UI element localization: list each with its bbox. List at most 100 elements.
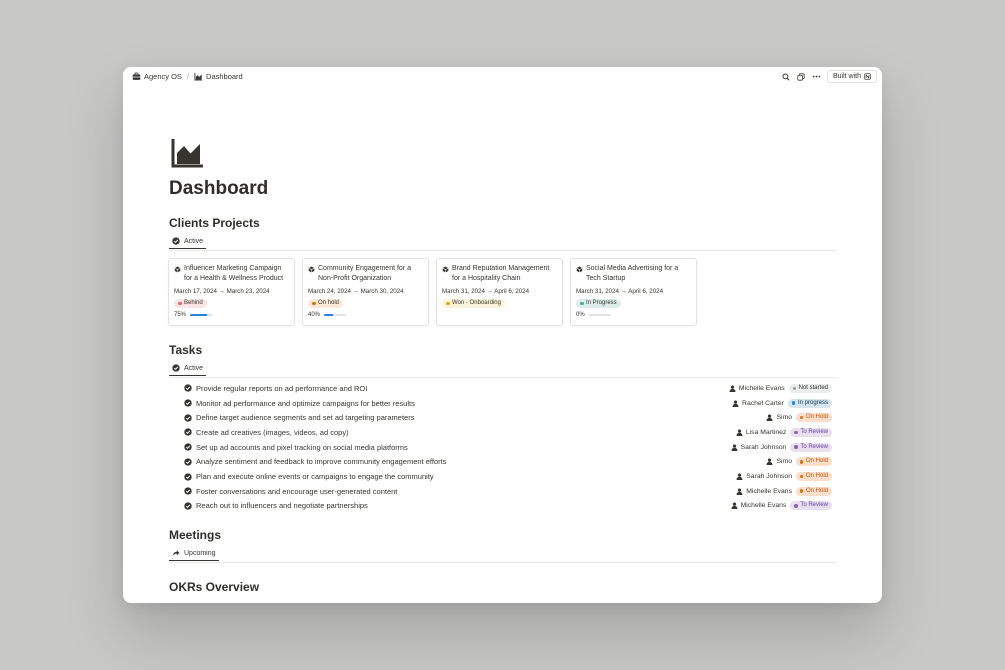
built-with-label: Built with: [832, 73, 861, 80]
assignee: Michelle Evans: [731, 502, 786, 510]
tab-meetings-upcoming[interactable]: Upcoming: [169, 549, 219, 561]
task-row[interactable]: Define target audience segments and set …: [184, 410, 832, 425]
project-card[interactable]: Brand Reputation Management for a Hospit…: [436, 258, 563, 326]
status-label: On Hold: [805, 487, 828, 494]
person-icon: [767, 414, 773, 422]
breadcrumb-separator: /: [186, 72, 190, 81]
meetings-heading: Meetings: [169, 528, 222, 542]
assignee: Michelle Evans: [729, 385, 785, 392]
task-name: Provide regular reports on ad performanc…: [196, 383, 368, 393]
app-window: Agency OS / Dashboard Built with Dashboa…: [123, 67, 882, 603]
status-label: In progress: [797, 399, 828, 406]
status-label: On Hold: [805, 473, 828, 480]
progress-fill: [324, 314, 333, 316]
status-label: In Progress: [586, 300, 617, 306]
task-row[interactable]: Foster conversations and encourage user-…: [184, 484, 832, 499]
more-icon[interactable]: [812, 72, 821, 81]
status-badge: In progress: [787, 398, 832, 408]
search-icon[interactable]: [782, 72, 791, 81]
task-row[interactable]: Create ad creatives (images, videos, ad …: [184, 425, 832, 440]
card-title: Community Engagement for a Non-Profit Or…: [318, 265, 411, 282]
tab-tasks-active[interactable]: Active: [169, 364, 207, 376]
status-label: On hold: [318, 300, 340, 306]
client-project-cards: Influencer Marketing Campaign for a Heal…: [168, 258, 697, 326]
project-card[interactable]: Social Media Advertising for a Tech Star…: [570, 258, 697, 326]
tab-underline: [169, 247, 207, 249]
notion-logo-icon: [864, 73, 871, 80]
check-circle-icon[interactable]: [184, 443, 192, 451]
person-icon: [729, 385, 736, 392]
assignee: Sarah Johnson: [731, 444, 786, 451]
progress: 0%: [576, 312, 611, 318]
person-icon: [732, 400, 739, 407]
assignee-name: Sarah Johnson: [746, 473, 792, 481]
check-circle-icon[interactable]: [184, 399, 192, 407]
toolbar: Built with: [782, 70, 877, 83]
assignee: Lisa Martinez: [736, 429, 786, 436]
forward-arrow-icon: [172, 550, 180, 556]
task-row[interactable]: Monitor ad performance and optimize camp…: [184, 396, 832, 411]
clients-projects-heading: Clients Projects: [169, 216, 260, 230]
task-name: Foster conversations and encourage user-…: [196, 486, 398, 496]
task-name: Analyze sentiment and feedback to improv…: [196, 457, 447, 467]
check-circle-icon[interactable]: [184, 458, 192, 466]
cube-icon: [174, 266, 181, 272]
tab-underline: [169, 559, 219, 561]
chart-icon: [194, 72, 203, 81]
tab-clients-active[interactable]: Active: [169, 237, 207, 249]
task-name: Reach out to influencers and negotiate p…: [196, 501, 368, 511]
tab-label: Active: [184, 364, 204, 372]
check-circle-icon[interactable]: [184, 472, 192, 481]
check-circle-icon[interactable]: [184, 487, 192, 495]
task-name: Set up ad accounts and pixel tracking on…: [196, 442, 408, 452]
project-card[interactable]: Community Engagement for a Non-Profit Or…: [302, 258, 429, 326]
check-circle-icon[interactable]: [184, 502, 192, 510]
task-row[interactable]: Plan and execute online events or campai…: [184, 469, 832, 484]
assignee: Michelle Evans: [736, 488, 792, 495]
person-icon: [731, 502, 738, 510]
cube-icon: [576, 266, 583, 272]
check-circle-icon[interactable]: [184, 384, 192, 393]
person-icon: [767, 458, 773, 466]
status-dot: [178, 301, 182, 306]
status-badge: On Hold: [795, 486, 832, 496]
progress-bar: [588, 314, 611, 316]
assignee: Rachel Carter: [732, 400, 784, 407]
check-circle-icon[interactable]: [184, 428, 192, 437]
status-badge: On hold: [308, 299, 344, 308]
task-row[interactable]: Set up ad accounts and pixel tracking on…: [184, 440, 832, 455]
task-name: Create ad creatives (images, videos, ad …: [196, 427, 349, 437]
status-badge: To Review: [790, 442, 832, 452]
card-title-row: Social Media Advertising for a Tech Star…: [576, 264, 691, 284]
briefcase-icon: [132, 72, 141, 80]
check-circle-icon[interactable]: [184, 414, 192, 422]
check-circle-icon: [172, 364, 180, 372]
breadcrumb-workspace[interactable]: Agency OS: [144, 72, 182, 81]
status-dot: [580, 301, 584, 306]
divider: [169, 250, 837, 251]
project-card[interactable]: Influencer Marketing Campaign for a Heal…: [168, 258, 295, 326]
progress-label: 40%: [308, 312, 321, 318]
task-row[interactable]: Provide regular reports on ad performanc…: [184, 381, 832, 396]
task-name: Monitor ad performance and optimize camp…: [196, 398, 415, 408]
status-dot: [312, 301, 316, 306]
duplicate-icon[interactable]: [797, 72, 806, 81]
page-chart-icon: [171, 139, 203, 168]
status-dot: [791, 401, 796, 405]
card-title: Social Media Advertising for a Tech Star…: [586, 265, 679, 282]
assignee-name: Lisa Martinez: [745, 428, 787, 436]
breadcrumb-page[interactable]: Dashboard: [206, 72, 243, 81]
tab-label: Active: [184, 237, 204, 245]
status-dot: [792, 386, 797, 391]
task-row[interactable]: Analyze sentiment and feedback to improv…: [184, 455, 832, 470]
card-title: Influencer Marketing Campaign for a Heal…: [184, 265, 284, 282]
check-circle-icon: [172, 237, 180, 245]
status-dot: [446, 301, 450, 306]
status-badge: On Hold: [795, 457, 832, 467]
assignee-name: Simo: [776, 414, 792, 422]
cube-icon: [308, 266, 315, 272]
status-badge: To Review: [790, 501, 832, 511]
task-row[interactable]: Reach out to influencers and negotiate p…: [184, 499, 832, 514]
status-dot: [799, 415, 804, 420]
built-with-button[interactable]: Built with: [826, 70, 877, 83]
